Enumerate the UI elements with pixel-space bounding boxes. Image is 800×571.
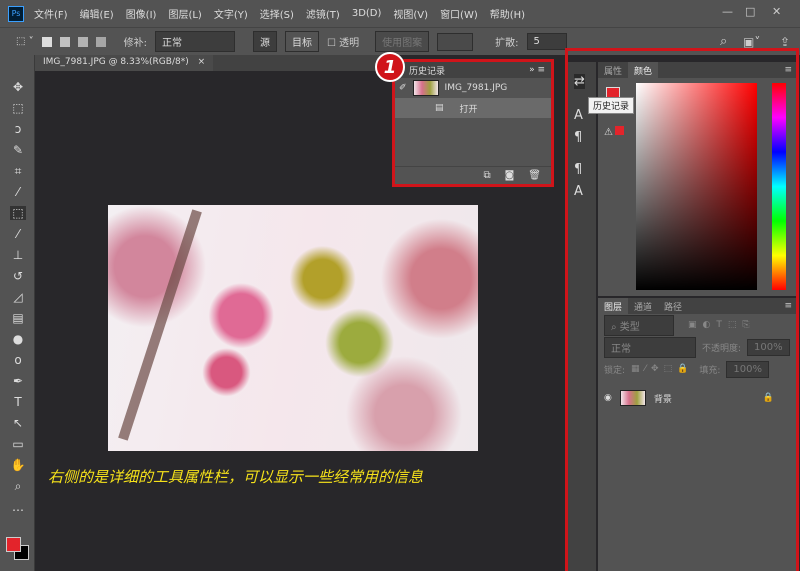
menu-help[interactable]: 帮助(H) xyxy=(490,6,525,21)
menu-3d[interactable]: 3D(D) xyxy=(352,8,382,19)
gradient-tool-icon[interactable]: ▤ xyxy=(10,311,26,325)
menu-layer[interactable]: 图层(L) xyxy=(168,6,201,21)
photoshop-logo: Ps xyxy=(8,5,24,22)
menu-filter[interactable]: 滤镜(T) xyxy=(306,6,340,21)
workspace-icon[interactable]: ▣˅ xyxy=(743,35,760,49)
marquee-tool-icon[interactable]: ⬚ xyxy=(10,101,26,115)
pattern-picker[interactable] xyxy=(437,32,474,51)
diffuse-select[interactable]: 5 xyxy=(526,33,567,50)
menu-view[interactable]: 视图(V) xyxy=(393,6,428,21)
document-tab[interactable]: IMG_7981.JPG @ 8.33%(RGB/8*) × xyxy=(35,55,214,71)
blur-tool-icon[interactable]: ● xyxy=(10,332,26,346)
zoom-tool-icon[interactable]: ⌕ xyxy=(10,479,26,494)
target-button[interactable]: 目标 xyxy=(285,31,320,52)
use-pattern-button[interactable]: 使用图案 xyxy=(375,31,430,52)
step-badge: 1 xyxy=(375,52,405,82)
menu-type[interactable]: 文字(Y) xyxy=(214,6,248,21)
patch-tool-icon[interactable]: ⬚ xyxy=(10,206,26,220)
add-selection-icon[interactable] xyxy=(59,36,70,47)
path-select-tool-icon[interactable]: ↖ xyxy=(10,416,26,430)
transparent-checkbox[interactable]: ☐ 透明 xyxy=(327,34,359,49)
highlight-box-panels xyxy=(565,48,799,571)
patch-tool-icon[interactable]: ⬚ ˅ xyxy=(16,36,34,47)
patch-mode-select[interactable]: 正常 xyxy=(155,31,236,52)
menu-bar: Ps 文件(F) 编辑(E) 图像(I) 图层(L) 文字(Y) 选择(S) 滤… xyxy=(0,0,800,27)
quick-select-tool-icon[interactable]: ✎ xyxy=(10,143,26,157)
close-button[interactable]: ✕ xyxy=(772,5,781,18)
share-icon[interactable]: ⇪ xyxy=(780,35,790,49)
crop-tool-icon[interactable]: ⌗ xyxy=(10,164,26,179)
minimize-button[interactable]: — xyxy=(722,5,733,18)
close-tab-icon[interactable]: × xyxy=(198,57,206,67)
type-tool-icon[interactable]: T xyxy=(10,395,26,409)
document-tab-label: IMG_7981.JPG @ 8.33%(RGB/8*) xyxy=(43,57,189,67)
new-selection-icon[interactable] xyxy=(41,36,52,47)
highlight-box-history xyxy=(392,59,554,187)
eyedropper-tool-icon[interactable]: ⁄ xyxy=(10,185,26,199)
brush-tool-icon[interactable]: ⁄ xyxy=(10,227,26,241)
eraser-tool-icon[interactable]: ◿ xyxy=(10,290,26,304)
menu-file[interactable]: 文件(F) xyxy=(34,6,68,21)
menu-select[interactable]: 选择(S) xyxy=(260,6,294,21)
pen-tool-icon[interactable]: ✒ xyxy=(10,374,26,388)
menu-image[interactable]: 图像(I) xyxy=(126,6,157,21)
patch-label: 修补: xyxy=(123,38,148,49)
foreground-color-swatch[interactable] xyxy=(6,537,21,552)
dodge-tool-icon[interactable]: ᴏ xyxy=(10,353,26,367)
search-icon[interactable]: ⌕ xyxy=(720,34,727,49)
menu-window[interactable]: 窗口(W) xyxy=(440,6,478,21)
hand-tool-icon[interactable]: ✋ xyxy=(10,458,26,472)
maximize-button[interactable]: □ xyxy=(745,5,755,18)
history-brush-tool-icon[interactable]: ↺ xyxy=(10,269,26,283)
intersect-selection-icon[interactable] xyxy=(95,36,106,47)
transparent-label: 透明 xyxy=(339,38,360,49)
caption-annotation: 右侧的是详细的工具属性栏，可以显示一些经常用的信息 xyxy=(48,468,424,486)
rectangle-tool-icon[interactable]: ▭ xyxy=(10,437,26,451)
source-button[interactable]: 源 xyxy=(253,31,278,52)
move-tool-icon[interactable]: ✥ xyxy=(10,80,26,94)
subtract-selection-icon[interactable] xyxy=(77,36,88,47)
diffuse-label: 扩散: xyxy=(495,38,519,49)
more-tools-icon[interactable]: … xyxy=(10,500,26,514)
lasso-tool-icon[interactable]: ↄ xyxy=(10,122,26,136)
menu-edit[interactable]: 编辑(E) xyxy=(80,6,114,21)
tools-panel: ✥ ⬚ ↄ ✎ ⌗ ⁄ ⬚ ⁄ ⊥ ↺ ◿ ▤ ● ᴏ ✒ T ↖ ▭ ✋ ⌕ … xyxy=(0,55,35,571)
stamp-tool-icon[interactable]: ⊥ xyxy=(10,248,26,262)
